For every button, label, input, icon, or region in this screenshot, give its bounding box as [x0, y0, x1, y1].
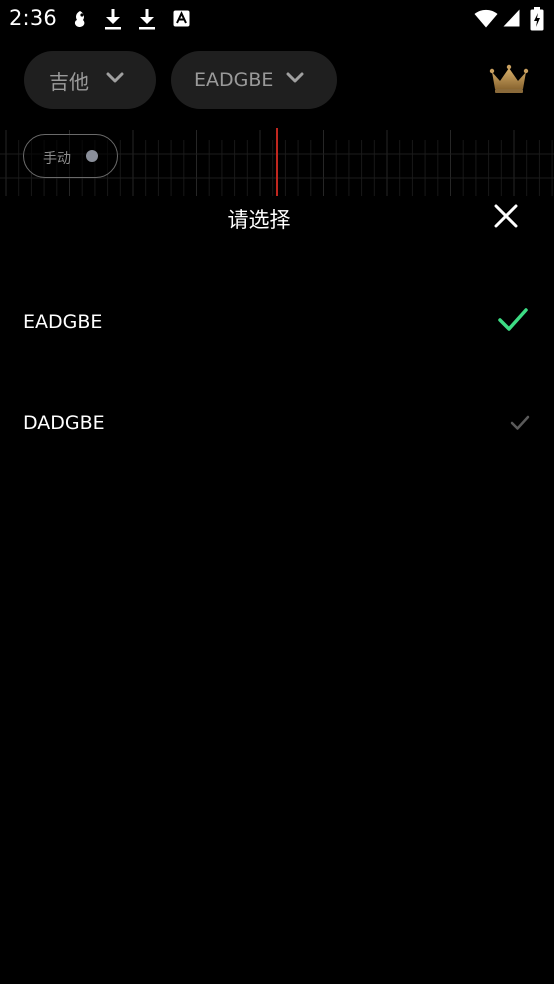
check-icon	[498, 308, 528, 331]
status-bar: 2:36	[0, 0, 554, 38]
cellular-signal-icon	[503, 9, 520, 27]
font-app-icon	[173, 10, 190, 27]
option-label: DADGBE	[23, 412, 105, 434]
battery-charging-icon	[530, 7, 544, 31]
download-icon	[139, 9, 155, 30]
tuner-screen: 2:36 吉他 EADGBE 手动 请选择 EADGBE DADGBE	[0, 0, 554, 984]
mode-toggle[interactable]: 手动	[23, 134, 118, 178]
close-icon[interactable]	[490, 200, 522, 232]
status-time: 2:36	[9, 6, 57, 30]
crown-icon[interactable]	[489, 64, 529, 94]
notification-app-icon	[74, 11, 85, 27]
option-label: EADGBE	[23, 311, 103, 333]
mode-indicator-dot	[86, 150, 98, 162]
check-icon	[510, 415, 530, 430]
wifi-icon	[474, 9, 498, 28]
tuning-option-eadgbe[interactable]: EADGBE	[0, 289, 554, 359]
mode-label: 手动	[43, 151, 71, 167]
picker-title: 请选择	[227, 208, 291, 232]
chevron-down-icon	[106, 72, 124, 83]
tuning-selector[interactable]: EADGBE	[171, 51, 337, 109]
tuning-label: EADGBE	[194, 69, 274, 91]
tuning-picker-sheet: 请选择 EADGBE DADGBE	[0, 196, 554, 984]
instrument-selector[interactable]: 吉他	[24, 51, 156, 109]
instrument-label: 吉他	[49, 69, 89, 94]
chevron-down-icon	[286, 72, 304, 83]
tuning-option-dadgbe[interactable]: DADGBE	[0, 390, 554, 460]
download-icon	[105, 9, 121, 30]
